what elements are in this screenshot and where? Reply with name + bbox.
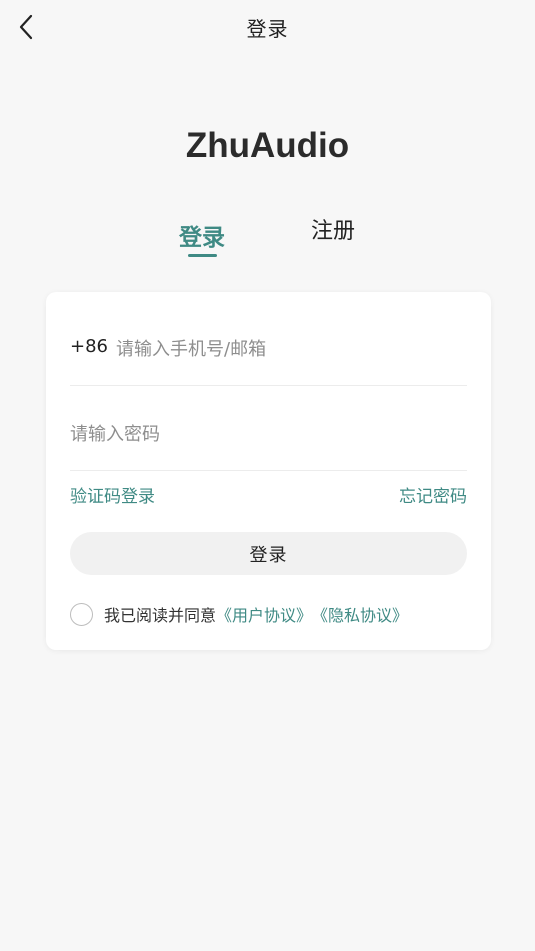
nav-bar: 登录: [0, 0, 535, 54]
country-code-selector[interactable]: +86: [70, 336, 108, 357]
brand-name: ZhuAudio: [185, 126, 350, 165]
phone-field: +86: [70, 300, 467, 386]
phone-email-input[interactable]: [116, 333, 456, 365]
agreement-row: 我已阅读并同意 《用户协议》 《隐私协议》: [70, 602, 467, 626]
privacy-policy-link[interactable]: 《隐私协议》: [312, 602, 408, 626]
sms-login-link[interactable]: 验证码登录: [70, 482, 155, 507]
login-button[interactable]: 登录: [70, 532, 467, 575]
password-input[interactable]: [70, 418, 450, 450]
login-page: 登录 ZhuAudio 登录 注册 +86 验证码登录 忘记密码 登录 我已阅读…: [0, 0, 535, 951]
login-card: +86 验证码登录 忘记密码 登录 我已阅读并同意 《用户协议》 《隐私协议》: [46, 292, 491, 650]
user-agreement-link[interactable]: 《用户协议》: [216, 602, 312, 626]
login-options-row: 验证码登录 忘记密码: [70, 482, 467, 507]
agreement-text: 我已阅读并同意: [104, 606, 217, 625]
tab-login[interactable]: 登录: [179, 218, 225, 252]
agreement-checkbox[interactable]: [70, 602, 93, 626]
forgot-password-link[interactable]: 忘记密码: [399, 482, 467, 507]
page-title: 登录: [246, 17, 289, 41]
tab-register[interactable]: 注册: [311, 213, 355, 245]
password-field: [70, 385, 467, 471]
active-tab-indicator: [188, 254, 217, 257]
